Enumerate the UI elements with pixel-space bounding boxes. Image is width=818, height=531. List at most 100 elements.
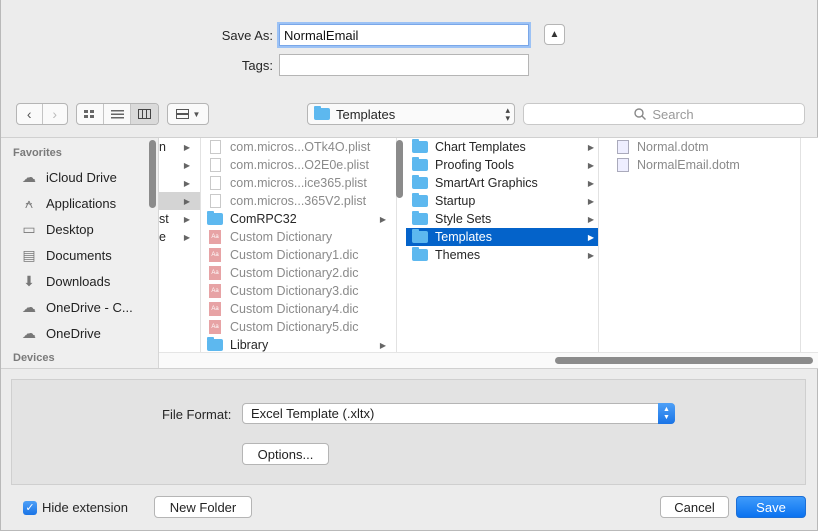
collapse-button[interactable]: ▲ [544, 24, 565, 45]
chevron-right-icon: ▶ [183, 178, 190, 188]
tags-input[interactable] [279, 54, 529, 76]
list-item[interactable]: st ▶ [159, 210, 200, 228]
cloud-icon: ☁ [22, 324, 36, 341]
item-label: Custom Dictionary5.dic [230, 320, 359, 334]
file-format-value: Excel Template (.xltx) [251, 406, 375, 421]
sidebar-item-onedrive-c[interactable]: ☁ OneDrive - C... [1, 294, 158, 320]
sidebar-item-applications[interactable]: ⍲ Applications [1, 190, 158, 216]
sidebar-item-label: iCloud Drive [46, 169, 117, 185]
list-item[interactable]: com.micros...365V2.plist [201, 192, 396, 210]
search-icon [634, 108, 647, 120]
options-button[interactable]: Options... [242, 443, 329, 465]
chevron-right-icon: ▶ [183, 160, 190, 170]
column-parent: n ▶ ▶ ▶ ▶ st ▶ e ▶ [159, 138, 201, 353]
dictionary-file-icon: Aa [209, 320, 221, 334]
item-label: SmartArt Graphics [435, 176, 538, 190]
chevron-up-icon: ▲ [549, 29, 560, 40]
sidebar-item-icloud-drive[interactable]: ☁ iCloud Drive [1, 164, 158, 190]
hide-extension-checkbox[interactable]: ✓ Hide extension [23, 500, 128, 515]
list-item[interactable]: e ▶ [159, 228, 200, 246]
folder-icon [412, 211, 428, 225]
list-item[interactable]: Aa Custom Dictionary [201, 228, 396, 246]
word-template-icon [617, 140, 629, 154]
sidebar-item-label: OneDrive [46, 325, 101, 341]
list-item[interactable]: SmartArt Graphics ▶ [406, 174, 598, 192]
sidebar-item-label: Documents [46, 247, 112, 263]
location-popup[interactable]: Templates ▴ ▾ [307, 103, 515, 125]
item-label: Proofing Tools [435, 158, 514, 172]
dictionary-file-icon: Aa [209, 230, 221, 244]
list-item[interactable]: Style Sets ▶ [406, 210, 598, 228]
desktop-icon: ▭ [22, 220, 36, 237]
popup-arrows-icon: ▴ ▾ [505, 105, 510, 123]
list-item[interactable]: ▶ [159, 174, 200, 192]
folder-icon [412, 247, 428, 261]
sidebar-scrollbar[interactable] [149, 140, 156, 208]
save-as-input[interactable] [279, 24, 529, 46]
save-button[interactable]: Save [736, 496, 806, 518]
cancel-button[interactable]: Cancel [660, 496, 729, 518]
folder-icon [412, 139, 428, 153]
list-item[interactable]: Aa Custom Dictionary2.dic [201, 264, 396, 282]
list-item[interactable]: n ▶ [159, 138, 200, 156]
list-icon [110, 109, 124, 118]
arrange-button[interactable]: ▼ [167, 103, 209, 125]
list-item[interactable]: ▶ [159, 156, 200, 174]
column-templates: Normal.dotm NormalEmail.dotm [611, 138, 801, 353]
list-item[interactable]: ComRPC32 ▶ [201, 210, 396, 228]
chevron-right-icon: ▶ [587, 214, 594, 224]
sidebar-item-onedrive[interactable]: ☁ OneDrive [1, 320, 158, 346]
list-item[interactable]: Aa Custom Dictionary4.dic [201, 300, 396, 318]
list-item[interactable]: Proofing Tools ▶ [406, 156, 598, 174]
icon-view-button[interactable] [77, 104, 104, 124]
forward-button[interactable]: › [43, 104, 68, 124]
list-item[interactable]: Aa Custom Dictionary1.dic [201, 246, 396, 264]
item-label: st [159, 212, 169, 226]
search-field[interactable]: Search [523, 103, 805, 125]
chevron-right-icon: ▶ [379, 214, 386, 224]
sidebar-item-label: Applications [46, 195, 117, 211]
item-label: Normal.dotm [637, 140, 709, 154]
chevron-right-icon: ▶ [183, 142, 190, 152]
list-item[interactable]: com.micros...ice365.plist [201, 174, 396, 192]
list-item[interactable]: Aa Custom Dictionary5.dic [201, 318, 396, 336]
folder-icon [207, 211, 223, 225]
list-item[interactable]: Startup ▶ [406, 192, 598, 210]
list-item[interactable]: com.micros...OTk4O.plist [201, 138, 396, 156]
column-view-button[interactable] [131, 104, 158, 124]
devices-header: Devices [13, 352, 55, 364]
sidebar: Favorites ☁ iCloud Drive ⍲ Applications … [1, 138, 159, 368]
list-item-selected[interactable]: Templates ▶ [406, 228, 598, 246]
column-office-folders: Chart Templates ▶ Proofing Tools ▶ SmartAr… [406, 138, 599, 353]
sidebar-item-label: Downloads [46, 273, 111, 289]
plist-file-icon [210, 176, 221, 190]
list-item[interactable]: Normal.dotm [611, 138, 800, 156]
list-item[interactable]: Themes ▶ [406, 246, 598, 264]
column-scrollbar[interactable] [396, 140, 403, 198]
horizontal-scrollbar-track [159, 352, 818, 368]
list-item[interactable]: Chart Templates ▶ [406, 138, 598, 156]
new-folder-button[interactable]: New Folder [154, 496, 252, 518]
list-item[interactable]: Library ▶ [201, 336, 396, 353]
folder-icon [314, 106, 330, 120]
sidebar-item-documents[interactable]: ▤ Documents [1, 242, 158, 268]
dictionary-file-icon: Aa [209, 284, 221, 298]
list-item[interactable]: NormalEmail.dotm [611, 156, 800, 174]
folder-icon [412, 157, 428, 171]
sidebar-item-desktop[interactable]: ▭ Desktop [1, 216, 158, 242]
horizontal-scrollbar[interactable] [555, 357, 813, 364]
list-view-button[interactable] [104, 104, 132, 124]
item-label: Templates [435, 230, 492, 244]
item-label: e [159, 230, 166, 244]
list-item[interactable]: Aa Custom Dictionary3.dic [201, 282, 396, 300]
checkmark-icon: ✓ [23, 500, 37, 515]
item-label: Style Sets [435, 212, 492, 226]
back-button[interactable]: ‹ [17, 104, 43, 124]
file-format-popup[interactable]: Excel Template (.xltx) ▲ ▼ [242, 403, 675, 424]
chevron-right-icon: ▶ [183, 214, 190, 224]
list-item[interactable]: com.micros...O2E0e.plist [201, 156, 396, 174]
chevron-right-icon: › [52, 106, 58, 122]
file-browser: Favorites ☁ iCloud Drive ⍲ Applications … [1, 137, 818, 369]
sidebar-item-downloads[interactable]: ⬇ Downloads [1, 268, 158, 294]
list-item[interactable]: ▶ [159, 192, 200, 210]
